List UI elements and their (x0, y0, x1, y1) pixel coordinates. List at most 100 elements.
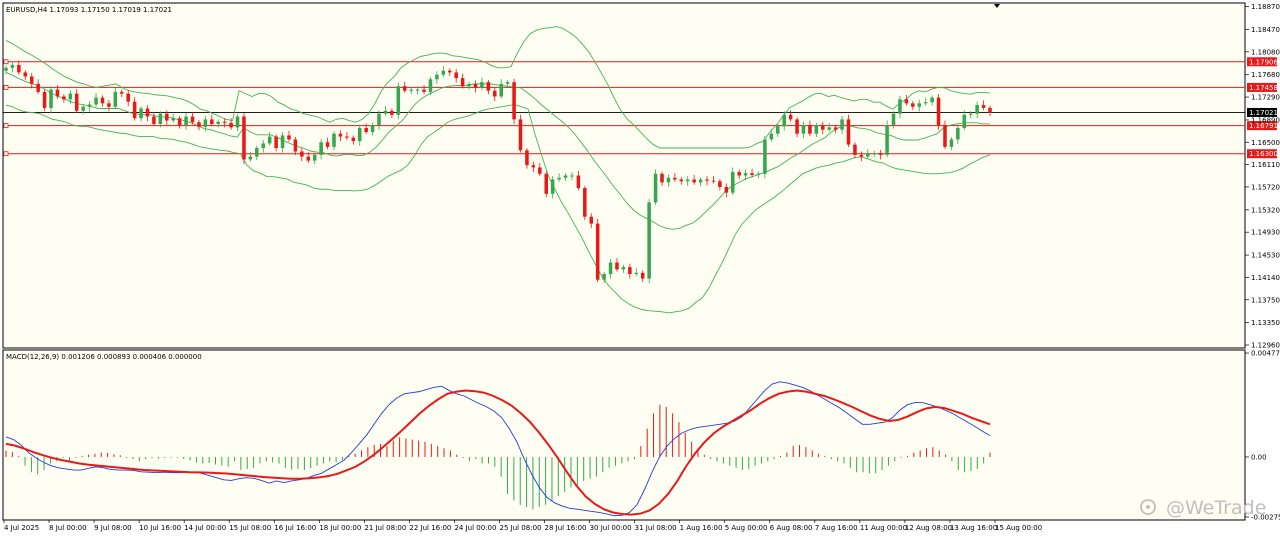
candle-body (557, 177, 561, 180)
candle-body (364, 127, 368, 132)
candle-body (775, 126, 780, 134)
candle-body (911, 103, 915, 107)
y-tick-label: 1.18080 (1251, 48, 1280, 56)
y-tick-label: 1.14140 (1251, 274, 1280, 282)
candle-body (692, 179, 696, 183)
candle-body (647, 202, 651, 279)
candle-body (274, 136, 278, 149)
candle-body (300, 151, 304, 157)
main-panel-background (2, 2, 1246, 349)
candle-body (801, 125, 806, 134)
candle-body (23, 72, 28, 77)
level-anchor-marker (3, 151, 9, 157)
candle-body (550, 179, 555, 194)
candle-body (904, 99, 909, 104)
level-anchor-marker (3, 59, 9, 65)
candle-body (859, 154, 864, 157)
candle-body (956, 127, 960, 140)
y-tick-label: 1.16890 (1251, 116, 1280, 124)
level-price-label: 1.17906 (1249, 58, 1278, 66)
candle-body (119, 91, 124, 94)
candle-body (345, 136, 349, 138)
candle-body (885, 125, 889, 155)
macd-panel-background (2, 349, 1246, 521)
candle-body (435, 74, 439, 80)
candle-body (968, 113, 973, 115)
candle-body (402, 86, 407, 91)
x-tick-label: 8 Jul 00:00 (49, 524, 87, 532)
candle-body (306, 156, 311, 161)
candle-body (36, 83, 40, 92)
x-tick-label: 15 Jul 08:00 (229, 524, 271, 532)
candle-body (595, 223, 600, 280)
candle-body (177, 118, 182, 126)
candle-body (480, 82, 484, 88)
candle-body (724, 186, 729, 193)
y-tick-label: 1.18870 (1251, 3, 1280, 11)
macd-y-tick-label: 0.004774 (1251, 350, 1280, 358)
candle-body (943, 125, 947, 147)
candle-body (55, 89, 60, 97)
candle-body (357, 127, 362, 142)
candle-body (261, 143, 266, 149)
candle-body (267, 136, 272, 144)
candle-body (74, 93, 79, 111)
candle-body (563, 175, 568, 178)
y-tick-label: 1.13750 (1251, 296, 1280, 304)
candle-body (634, 272, 639, 274)
candle-body (608, 262, 613, 274)
candle-body (139, 108, 143, 119)
level-price-label: 1.16300 (1249, 150, 1278, 158)
candle-body (795, 119, 799, 134)
macd-header: MACD(12,26,9) 0.001206 0.000893 0.000406… (6, 353, 202, 361)
candle-body (441, 70, 446, 75)
y-tick-label: 1.14930 (1251, 229, 1280, 237)
candle-body (525, 150, 529, 166)
level-price-label: 1.17458 (1249, 84, 1278, 92)
x-tick-label: 28 Jul 16:00 (545, 524, 587, 532)
x-tick-label: 12 Aug 08:00 (905, 524, 952, 532)
candle-body (171, 118, 175, 121)
candle-body (512, 82, 516, 120)
x-tick-label: 6 Aug 08:00 (770, 524, 813, 532)
x-tick-label: 9 Jul 08:00 (94, 524, 132, 532)
level-anchor-marker (3, 85, 9, 90)
candle-body (325, 142, 330, 147)
candle-body (467, 83, 471, 87)
candle-body (653, 173, 658, 203)
candle-body (763, 139, 767, 174)
candle-body (602, 273, 606, 280)
macd-y-tick-label: 0.00 (1251, 453, 1267, 461)
candle-body (107, 103, 111, 107)
candle-body (29, 76, 34, 84)
candle-body (68, 93, 73, 100)
x-tick-label: 18 Jul 00:00 (319, 524, 361, 532)
x-tick-label: 24 Jul 00:00 (454, 524, 496, 532)
y-tick-label: 1.16110 (1251, 161, 1280, 169)
x-tick-label: 15 Aug 00:00 (995, 524, 1042, 532)
candle-body (4, 67, 8, 71)
candle-body (769, 133, 774, 140)
candle-body (576, 175, 581, 189)
candle-body (428, 79, 433, 92)
candle-body (666, 177, 671, 183)
x-tick-label: 16 Jul 16:00 (274, 524, 316, 532)
candle-body (460, 78, 465, 87)
candle-body (113, 91, 118, 107)
candle-body (396, 86, 401, 115)
candle-body (81, 106, 85, 111)
level-anchor-marker (3, 123, 9, 129)
candle-body (756, 173, 761, 175)
candle-body (158, 113, 163, 124)
candle-body (628, 267, 632, 274)
candle-body (87, 104, 92, 107)
candle-body (840, 119, 844, 130)
candle-body (222, 121, 227, 123)
candle-body (190, 116, 195, 123)
y-tick-label: 1.12960 (1251, 342, 1280, 350)
candle-body (42, 91, 47, 108)
x-tick-label: 31 Jul 08:00 (635, 524, 677, 532)
x-tick-label: 1 Aug 16:00 (680, 524, 723, 532)
symbol-header: EURUSD,H4 1.17093 1.17150 1.17019 1.1702… (6, 6, 172, 14)
candle-body (975, 105, 979, 114)
